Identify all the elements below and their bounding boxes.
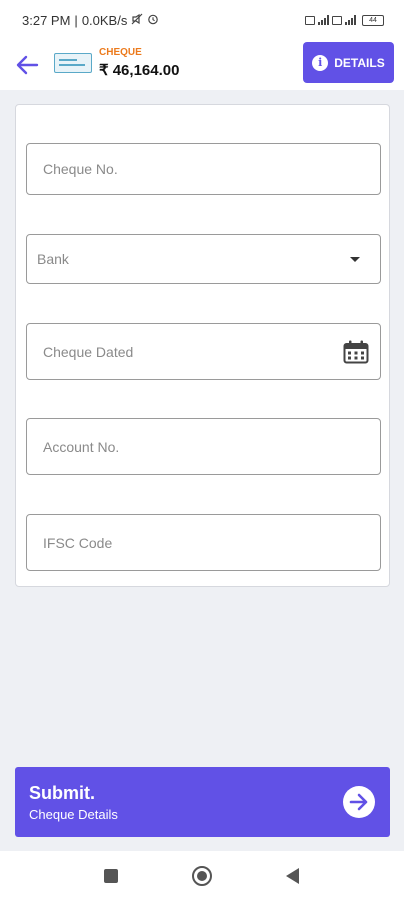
- status-time: 3:27 PM: [22, 12, 71, 28]
- cheque-icon: [54, 53, 92, 73]
- status-separator: |: [74, 12, 78, 28]
- ifsc-code-placeholder: IFSC Code: [43, 534, 113, 551]
- ifsc-code-field[interactable]: IFSC Code: [26, 514, 381, 571]
- amount-value: ₹ 46,164.00: [99, 62, 180, 79]
- status-right: 44: [305, 14, 384, 26]
- status-left: 3:27 PM | 0.0KB/s: [22, 13, 159, 28]
- info-icon: i: [312, 54, 329, 71]
- cheque-form-card: Cheque No. Bank Cheque Dated Account No.…: [15, 104, 390, 587]
- home-icon[interactable]: [192, 866, 212, 886]
- network-speed: 0.0KB/s: [81, 12, 128, 28]
- app-header: CHEQUE ₹ 46,164.00 i DETAILS: [0, 40, 404, 90]
- account-number-field[interactable]: Account No.: [26, 418, 381, 475]
- back-button[interactable]: [14, 52, 40, 78]
- mute-icon: [131, 13, 143, 28]
- back-triangle-icon[interactable]: [286, 868, 299, 884]
- volte-icon: [305, 15, 315, 25]
- submit-button[interactable]: Submit. Cheque Details: [15, 767, 390, 837]
- submit-subtitle: Cheque Details: [29, 807, 118, 822]
- arrow-left-icon: [16, 55, 39, 75]
- cheque-date-placeholder: Cheque Dated: [43, 343, 134, 360]
- payment-mode-label: CHEQUE: [99, 47, 142, 58]
- cheque-number-placeholder: Cheque No.: [43, 161, 118, 177]
- details-label: DETAILS: [334, 55, 385, 70]
- system-nav-bar: [0, 851, 404, 900]
- cheque-date-field[interactable]: Cheque Dated: [26, 323, 381, 380]
- arrow-right-circle-icon: [343, 786, 375, 818]
- signal-icon-2: [345, 15, 356, 25]
- account-number-placeholder: Account No.: [43, 438, 120, 455]
- alarm-icon: [147, 13, 159, 28]
- bank-placeholder: Bank: [37, 251, 69, 267]
- battery-icon: 44: [362, 14, 384, 26]
- details-button[interactable]: i DETAILS: [303, 42, 394, 83]
- submit-title: Submit.: [29, 783, 95, 803]
- status-bar: 3:27 PM | 0.0KB/s 44: [0, 0, 404, 40]
- volte-icon-2: [332, 15, 342, 25]
- signal-icon: [318, 15, 329, 25]
- cheque-number-field[interactable]: Cheque No.: [26, 143, 381, 195]
- bank-select[interactable]: Bank: [26, 234, 381, 284]
- recent-apps-icon[interactable]: [104, 869, 118, 883]
- caret-down-icon: [350, 257, 360, 262]
- calendar-icon[interactable]: [343, 340, 369, 364]
